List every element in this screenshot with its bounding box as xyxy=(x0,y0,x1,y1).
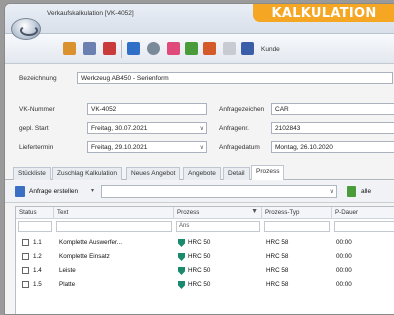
table-icon[interactable] xyxy=(241,42,254,55)
gepl-start-value: Freitag, 30.07.2021 xyxy=(91,125,148,132)
chevron-down-icon: ∨ xyxy=(329,189,334,195)
column-header-status[interactable]: Status xyxy=(16,207,54,219)
tab-detail[interactable]: Detail xyxy=(223,167,250,180)
export-icon[interactable] xyxy=(63,42,76,55)
row-checkbox[interactable] xyxy=(22,267,29,274)
tab-stueckliste[interactable]: Stückliste xyxy=(13,167,51,180)
process-grid: Status Text Prozess ▼ Prozess-Typ P-Daue… xyxy=(15,206,394,314)
shield-icon xyxy=(178,281,185,289)
anfragedatum-field[interactable]: Montag, 26.10.2020 xyxy=(271,141,394,153)
row-text: Leiste xyxy=(59,267,76,274)
shield-icon xyxy=(178,253,185,261)
users-icon[interactable] xyxy=(185,42,198,55)
prozess-header-label: Prozess xyxy=(177,209,200,216)
row-prozess-typ: HRC 58 xyxy=(266,281,289,288)
anfragenr-label: Anfragenr. xyxy=(219,125,249,132)
table-row[interactable]: 1.5 Platte HRC 50 HRC 58 00:00 xyxy=(16,279,394,291)
color-palette-icon[interactable] xyxy=(203,42,216,55)
anfragezeichen-field[interactable]: CAR xyxy=(271,103,394,115)
tab-angebote[interactable]: Angebote xyxy=(183,167,221,180)
row-checkbox[interactable] xyxy=(22,253,29,260)
toolbar-separator xyxy=(121,40,122,58)
lock-icon[interactable] xyxy=(83,42,96,55)
anfragenr-field[interactable]: 2102843 xyxy=(271,122,394,134)
chart-icon[interactable] xyxy=(127,42,140,55)
vknummer-field[interactable]: VK-4052 xyxy=(87,103,207,115)
row-prozess: HRC 50 xyxy=(188,281,211,288)
vknummer-label: VK-Nummer xyxy=(19,106,55,113)
filter-cell-prozess-typ[interactable] xyxy=(264,221,330,232)
row-number: 1.2 xyxy=(33,253,42,260)
table-row[interactable]: 1.2 Komplette Einsatz HRC 50 HRC 58 00:0… xyxy=(16,251,394,263)
row-p-dauer: 00:00 xyxy=(336,253,352,260)
toolbar: Kunde xyxy=(5,34,394,64)
tab-zuschlag-kalkulation[interactable]: Zuschlag Kalkulation xyxy=(52,167,122,180)
clipboard-icon[interactable] xyxy=(223,42,236,55)
liefertermin-value: Freitag, 29.10.2021 xyxy=(91,144,148,151)
liefertermin-label: Liefertermin xyxy=(19,144,54,151)
gepl-start-dropdown[interactable]: Freitag, 30.07.2021 ∨ xyxy=(87,122,207,134)
row-prozess: HRC 50 xyxy=(188,239,211,246)
bezeichnung-field[interactable]: Werkzeug AB450 - Serienform xyxy=(77,72,393,84)
row-p-dauer: 00:00 xyxy=(336,267,352,274)
row-prozess-typ: HRC 58 xyxy=(266,253,289,260)
table-row[interactable]: 1.4 Leiste HRC 50 HRC 58 00:00 xyxy=(16,265,394,277)
row-number: 1.5 xyxy=(33,281,42,288)
anfrage-erstellen-button[interactable]: Anfrage erstellen xyxy=(29,188,78,195)
link-icon[interactable] xyxy=(147,42,160,55)
action-bar: Anfrage erstellen ▾ ∨ alle xyxy=(5,181,394,203)
row-checkbox[interactable] xyxy=(22,281,29,288)
row-text: Komplette Einsatz xyxy=(59,253,110,260)
shield-icon xyxy=(178,267,185,275)
wizard-icon xyxy=(15,186,25,197)
table-row[interactable]: 1.1 Komplette Auswerfer... HRC 50 HRC 58… xyxy=(16,237,394,249)
chevron-down-icon: ∨ xyxy=(199,126,204,132)
tab-neues-angebot[interactable]: Neues Angebot xyxy=(126,167,181,180)
row-p-dauer: 00:00 xyxy=(336,281,352,288)
window-title: Verkaufskalkulation [VK-4052] xyxy=(47,10,134,17)
filter-cell-p-dauer[interactable] xyxy=(334,221,394,232)
row-p-dauer: 00:00 xyxy=(336,239,352,246)
filter-icon[interactable]: ▼ xyxy=(251,208,258,215)
row-number: 1.4 xyxy=(33,267,42,274)
chevron-down-icon: ∨ xyxy=(199,145,204,151)
anfragedatum-label: Anfragedatum xyxy=(219,144,260,151)
bezeichnung-label: Bezeichnung xyxy=(19,75,57,82)
row-checkbox[interactable] xyxy=(22,239,29,246)
shield-icon xyxy=(178,239,185,247)
anfragezeichen-label: Anfragezeichen xyxy=(219,106,265,113)
row-prozess-typ: HRC 58 xyxy=(266,267,289,274)
kalkulation-banner: KALKULATION xyxy=(253,4,394,22)
filter-dropdown[interactable]: ∨ xyxy=(101,185,337,198)
row-text: Komplette Auswerfer... xyxy=(59,239,122,246)
column-header-p-dauer[interactable]: P-Dauer xyxy=(332,207,394,219)
column-header-prozess[interactable]: Prozess ▼ xyxy=(174,207,262,219)
row-number: 1.1 xyxy=(33,239,42,246)
filter-cell-status[interactable] xyxy=(18,221,52,232)
filter-cell-prozess[interactable]: Ans xyxy=(176,221,260,232)
column-header-text[interactable]: Text xyxy=(54,207,174,219)
row-prozess-typ: HRC 58 xyxy=(266,239,289,246)
alle-label[interactable]: alle xyxy=(361,188,371,195)
app-window: Verkaufskalkulation [VK-4052] Kunde KALK… xyxy=(4,3,394,315)
column-header-prozess-typ[interactable]: Prozess-Typ xyxy=(262,207,332,219)
chevron-down-icon[interactable]: ▾ xyxy=(91,187,94,194)
row-text: Platte xyxy=(59,281,76,288)
filter-cell-text[interactable] xyxy=(56,221,172,232)
document-icon[interactable] xyxy=(103,42,116,55)
row-prozess: HRC 50 xyxy=(188,253,211,260)
excel-icon[interactable] xyxy=(347,186,356,197)
calendar-icon[interactable] xyxy=(167,42,180,55)
gepl-start-label: gepl. Start xyxy=(19,125,49,132)
row-prozess: HRC 50 xyxy=(188,267,211,274)
tab-strip: Stückliste Zuschlag Kalkulation Neues An… xyxy=(5,164,394,180)
liefertermin-dropdown[interactable]: Freitag, 29.10.2021 ∨ xyxy=(87,141,207,153)
tab-prozess[interactable]: Prozess xyxy=(251,165,285,180)
app-menu-orb-icon[interactable] xyxy=(11,18,41,40)
kunde-label[interactable]: Kunde xyxy=(261,46,280,53)
